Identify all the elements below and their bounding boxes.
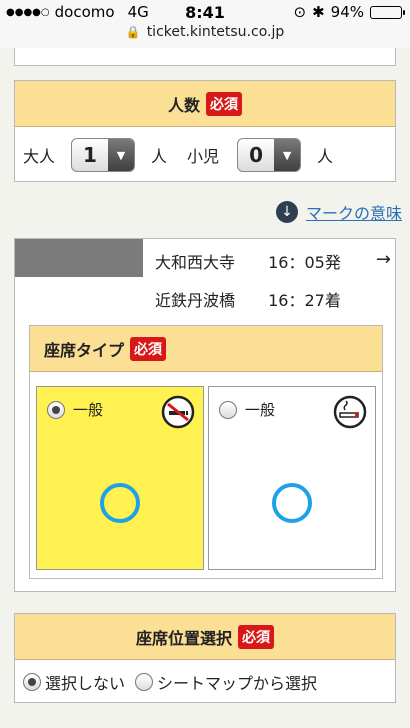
seat-type-section: 座席タイプ 必須 一般 一般: [29, 325, 383, 579]
child-count-select[interactable]: 0 ▼: [237, 138, 302, 172]
option-no-selection[interactable]: 選択しない: [23, 670, 125, 694]
status-right: ⊙ ✱ 94%: [293, 3, 405, 21]
bluetooth-icon: ✱: [312, 3, 325, 21]
train-type-tag: [15, 239, 143, 277]
departure-time: 16：05発: [268, 253, 341, 272]
legend-link[interactable]: ↓ マークの意味: [275, 200, 402, 224]
seat-option-label: 一般: [219, 399, 275, 420]
required-badge: 必須: [238, 624, 274, 649]
departure-station: 大和西大寺: [155, 253, 236, 272]
option-label: シートマップから選択: [157, 674, 318, 693]
arrival-time: 16：27着: [268, 291, 341, 310]
arrow-right-icon: →: [375, 249, 391, 270]
people-title: 人数: [167, 95, 200, 115]
seat-type-header: 座席タイプ 必須: [30, 326, 382, 372]
radio-button[interactable]: [135, 673, 154, 691]
seat-position-section: 座席位置選択 必須 選択しない シートマップから選択: [14, 613, 396, 703]
seat-type-title: 座席タイプ: [44, 340, 125, 360]
people-header: 人数 必須: [15, 81, 395, 127]
previous-section-edge: [14, 48, 396, 66]
child-unit: 人: [317, 147, 334, 166]
legend-link-text[interactable]: マークの意味: [306, 200, 402, 224]
seat-available-icon: [272, 483, 312, 523]
seat-position-options: 選択しない シートマップから選択: [15, 660, 395, 704]
radio-button[interactable]: [47, 400, 65, 419]
chevron-down-icon: ▼: [108, 139, 135, 171]
seat-option-label: 一般: [47, 399, 103, 420]
people-section: 人数 必須 大人 1 ▼ 人 小児 0 ▼ 人: [14, 80, 396, 182]
departure-row: 大和西大寺 16：05発: [155, 249, 341, 273]
battery-icon: [370, 5, 405, 19]
seat-type-options: 一般 一般: [36, 386, 376, 570]
option-seat-map[interactable]: シートマップから選択: [135, 670, 317, 694]
seat-available-icon: [100, 483, 140, 523]
seat-option-text: 一般: [73, 401, 104, 419]
required-badge: 必須: [206, 91, 242, 116]
lock-icon: 🔒: [125, 25, 141, 39]
adult-count-value: 1: [83, 143, 97, 167]
seat-position-title: 座席位置選択: [135, 628, 232, 648]
status-bar: ●●●●○ docomo 4G 8:41 ⊙ ✱ 94%: [0, 0, 410, 24]
adult-label: 大人: [23, 147, 56, 166]
seat-option-non-smoking[interactable]: 一般: [36, 386, 204, 570]
required-badge: 必須: [130, 336, 167, 361]
arrow-down-circle-icon: ↓: [275, 201, 298, 223]
adult-count-select[interactable]: 1 ▼: [71, 138, 136, 172]
radio-button[interactable]: [219, 400, 237, 419]
option-label: 選択しない: [45, 674, 126, 693]
chevron-down-icon: ▼: [274, 139, 301, 171]
child-count-value: 0: [249, 143, 263, 167]
arrival-row: 近鉄丹波橋 16：27着: [155, 287, 341, 311]
page-bottom: [0, 712, 410, 728]
battery-percent: 94%: [330, 3, 364, 21]
arrival-station: 近鉄丹波橋: [155, 291, 236, 310]
address-bar[interactable]: 🔒 ticket.kintetsu.co.jp: [0, 24, 410, 48]
no-smoking-icon: [161, 395, 195, 429]
smoking-icon: [333, 395, 367, 429]
seat-option-smoking[interactable]: 一般: [208, 386, 376, 570]
seat-option-text: 一般: [245, 401, 276, 419]
adult-unit: 人: [151, 147, 168, 166]
radio-button[interactable]: [23, 673, 41, 691]
child-label: 小児: [187, 147, 220, 166]
seat-position-header: 座席位置選択 必須: [15, 614, 395, 660]
train-section: 大和西大寺 16：05発 → 近鉄丹波橋 16：27着 座席タイプ 必須 一般: [14, 238, 396, 592]
people-row: 大人 1 ▼ 人 小児 0 ▼ 人: [15, 127, 395, 183]
orientation-lock-icon: ⊙: [293, 3, 307, 21]
url-text: ticket.kintetsu.co.jp: [146, 24, 285, 40]
